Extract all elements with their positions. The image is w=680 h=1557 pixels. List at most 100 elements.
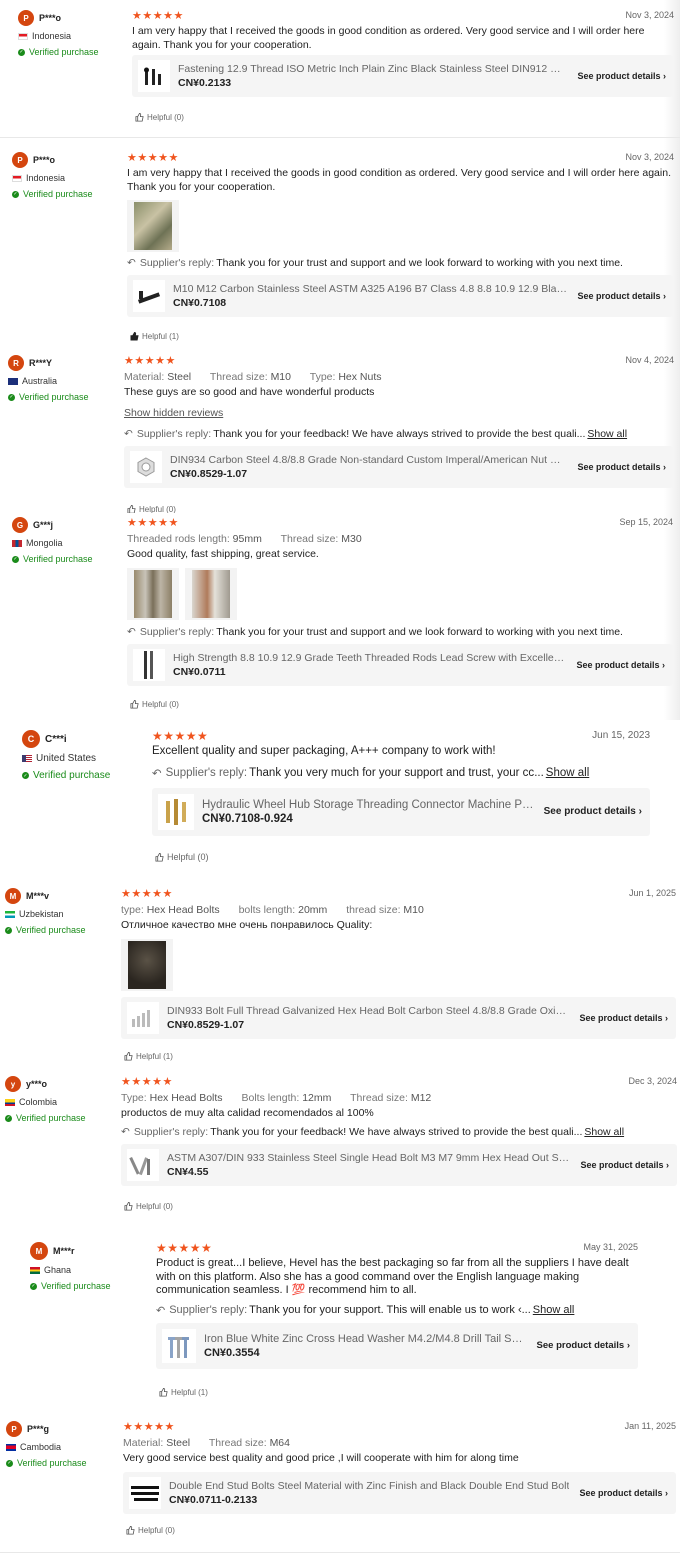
product-card[interactable]: Iron Blue White Zinc Cross Head Washer M… <box>156 1322 638 1369</box>
review-photo[interactable] <box>185 567 237 620</box>
chevron-right-icon: › <box>666 1159 669 1170</box>
review-body: ★★★★★ Nov 3, 2024 I am very happy that I… <box>132 10 674 97</box>
see-product-details-link[interactable]: See product details › <box>577 462 666 472</box>
see-product-details-link[interactable]: See product details › <box>580 1160 669 1170</box>
flag-icon <box>8 377 18 385</box>
see-product-details-link[interactable]: See product details › <box>577 291 666 301</box>
helpful-button[interactable]: Helpful (1) <box>159 1388 208 1397</box>
see-product-details-link[interactable]: See product details › <box>576 660 665 670</box>
verified-label: Verified purchase <box>16 925 86 935</box>
see-product-details-link[interactable]: See product details › <box>579 1013 668 1023</box>
reviewer-name: M***v <box>26 891 50 901</box>
see-product-details-link[interactable]: See product details › <box>577 71 666 81</box>
reviewer-name: R***Y <box>29 358 53 368</box>
product-price: CN¥0.3554 <box>204 1346 260 1359</box>
thumbs-up-icon <box>126 1526 135 1535</box>
review-attributes: Threaded rods length: 95mm Thread size: … <box>127 533 362 545</box>
verified-label: Verified purchase <box>23 189 93 199</box>
review-body: ★★★★★ Nov 3, 2024 I am very happy that I… <box>127 152 674 317</box>
show-all-link[interactable]: Show all <box>587 428 627 440</box>
review-attributes: type: Hex Head Bolts bolts length: 20mm … <box>121 904 424 916</box>
review-attributes: Type: Hex Head Bolts Bolts length: 12mm … <box>121 1092 432 1104</box>
reviewer-info: M M***r Ghana ✓ Verified purchase <box>30 1242 111 1291</box>
verified-icon: ✓ <box>22 772 29 779</box>
review-date: Jun 1, 2025 <box>628 888 676 898</box>
reply-icon: ↶ <box>124 427 133 440</box>
product-card[interactable]: DIN934 Carbon Steel 4.8/8.8 Grade Non-st… <box>124 445 674 488</box>
show-all-link[interactable]: Show all <box>584 1126 624 1138</box>
review-photo[interactable] <box>127 200 179 252</box>
product-price: CN¥0.0711-0.2133 <box>169 1493 258 1506</box>
reviewer-info: y y***o Colombia ✓ Verified purchase <box>5 1076 86 1123</box>
review-photo[interactable] <box>127 567 179 620</box>
product-card[interactable]: DIN933 Bolt Full Thread Galvanized Hex H… <box>121 996 676 1039</box>
star-rating: ★★★★★ <box>152 729 209 743</box>
see-product-details-link[interactable]: See product details › <box>537 1340 630 1351</box>
show-all-link[interactable]: Show all <box>546 767 589 779</box>
chevron-right-icon: › <box>663 71 666 81</box>
product-card[interactable]: Hydraulic Wheel Hub Storage Threading Co… <box>152 787 650 836</box>
product-thumbnail <box>127 1001 159 1034</box>
helpful-button[interactable]: Helpful (0) <box>155 852 209 862</box>
thumbs-up-icon <box>155 852 164 862</box>
flag-icon <box>22 755 32 762</box>
review-body: ★★★★★ Jun 15, 2023 Excellent quality and… <box>152 730 650 836</box>
country-name: Colombia <box>19 1097 58 1107</box>
verified-icon: ✓ <box>5 926 12 934</box>
verified-label: Verified purchase <box>19 392 89 402</box>
show-all-link[interactable]: Show all <box>533 1304 575 1316</box>
verified-label: Verified purchase <box>17 1458 87 1468</box>
product-card[interactable]: ASTM A307/DIN 933 Stainless Steel Single… <box>121 1143 677 1186</box>
helpful-button[interactable]: Helpful (0) <box>124 1202 173 1211</box>
star-rating: ★★★★★ <box>156 1241 213 1255</box>
review-item: P P***o Indonesia ✓ Verified purchase ★★★… <box>0 152 680 344</box>
thumbs-up-icon <box>124 1052 133 1061</box>
product-price: CN¥0.2133 <box>178 77 232 89</box>
review-text: I am very happy that I received the good… <box>127 167 671 193</box>
verified-label: Verified purchase <box>23 554 93 564</box>
review-item: P P***o Indonesia ✓ Verified purchase ★★★… <box>0 10 680 138</box>
helpful-button[interactable]: Helpful (1) <box>124 1052 173 1061</box>
helpful-button[interactable]: Helpful (0) <box>135 113 184 122</box>
helpful-button[interactable]: Helpful (0) <box>130 700 179 709</box>
review-body: ★★★★★ Nov 4, 2024 Material: Steel Thread… <box>124 355 674 488</box>
reviewer-info: M M***v Uzbekistan ✓ Verified purchase <box>5 888 86 935</box>
review-date: Jun 15, 2023 <box>592 730 650 741</box>
product-card[interactable]: Fastening 12.9 Thread ISO Metric Inch Pl… <box>132 55 674 97</box>
thumbs-up-icon <box>127 505 136 513</box>
chevron-right-icon: › <box>665 1012 668 1023</box>
helpful-button[interactable]: Helpful (1) <box>130 332 179 341</box>
show-hidden-reviews-link[interactable]: Show hidden reviews <box>124 407 674 419</box>
product-card[interactable]: M10 M12 Carbon Stainless Steel ASTM A325… <box>127 275 674 317</box>
see-product-details-link[interactable]: See product details › <box>544 806 642 817</box>
product-thumbnail <box>127 1148 159 1181</box>
reviewer-info: P P***o Indonesia ✓ Verified purchase <box>18 10 99 57</box>
review-body: ★★★★★ May 31, 2025 Product is great...I … <box>156 1242 638 1369</box>
flag-icon <box>12 174 22 182</box>
product-title: Double End Stud Bolts Steel Material wit… <box>169 1479 570 1492</box>
helpful-button[interactable]: Helpful (0) <box>126 1526 175 1535</box>
review-photo[interactable] <box>121 938 173 991</box>
review-attributes: Material: Steel Thread size: M64 <box>123 1437 290 1449</box>
review-date: Dec 3, 2024 <box>628 1076 677 1086</box>
see-product-details-link[interactable]: See product details › <box>579 1488 668 1498</box>
supplier-reply: ↶ Supplier's reply: Thank you for your sup… <box>156 1304 575 1317</box>
verified-icon: ✓ <box>8 393 15 401</box>
product-thumbnail <box>129 1476 161 1509</box>
reviewer-info: C C***i United States ✓ Verified purchase <box>22 730 110 781</box>
reviewer-name: P***o <box>33 155 56 165</box>
verified-icon: ✓ <box>5 1114 12 1122</box>
reviewer-info: R R***Y Australia ✓ Verified purchase <box>8 355 89 402</box>
avatar: C <box>22 730 40 748</box>
review-item: R R***Y Australia ✓ Verified purchase ★★★… <box>0 355 680 513</box>
product-card[interactable]: High Strength 8.8 10.9 12.9 Grade Teeth … <box>127 643 673 686</box>
review-item: P P***g Cambodia ✓ Verified purchase ★★★★… <box>0 1421 680 1553</box>
product-thumbnail <box>138 60 170 92</box>
product-card[interactable]: Double End Stud Bolts Steel Material wit… <box>123 1471 676 1514</box>
product-price: CN¥4.55 <box>167 1165 209 1178</box>
thumbs-up-icon <box>159 1388 168 1397</box>
verified-icon: ✓ <box>12 190 19 198</box>
helpful-button[interactable]: Helpful (0) <box>127 505 176 513</box>
review-text: productos de muy alta calidad recomendad… <box>121 1107 374 1119</box>
reviewer-info: P P***g Cambodia ✓ Verified purchase <box>6 1421 87 1468</box>
